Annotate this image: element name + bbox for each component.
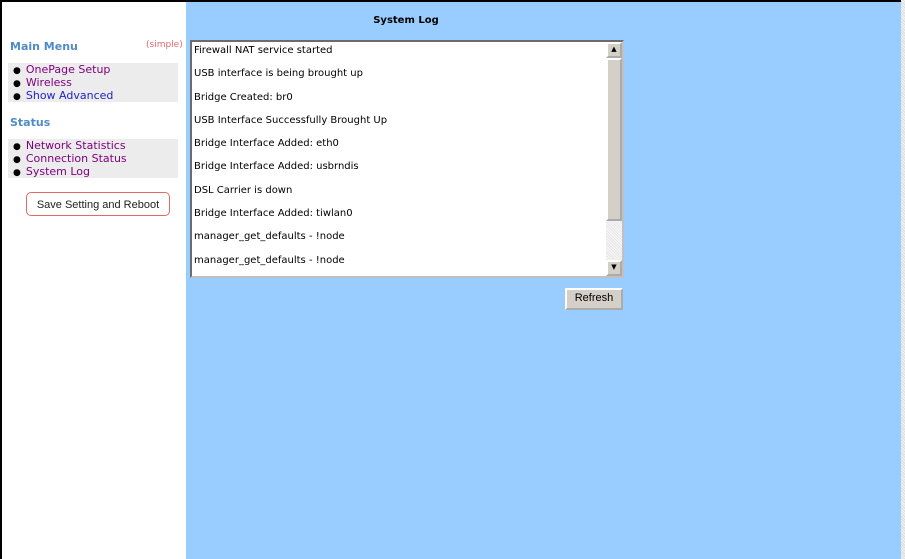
- log-lines: Firewall NAT service started USB interfa…: [194, 44, 608, 276]
- main-menu-heading: Main Menu: [10, 40, 78, 53]
- sidebar: Main Menu (simple) ● OnePage Setup ● Wirel…: [2, 2, 186, 559]
- menu-item-label: Connection Status: [25, 152, 127, 165]
- menu-item-label: Show Advanced: [25, 89, 114, 102]
- page-title: System Log: [373, 15, 439, 26]
- save-and-reboot-button[interactable]: Save Setting and Reboot: [26, 192, 170, 216]
- refresh-button[interactable]: Refresh: [565, 288, 623, 310]
- log-scrollbar[interactable]: ▲ ▼: [606, 42, 622, 276]
- log-line: manager_get_defaults - !node: [194, 254, 345, 266]
- bullet-icon: ●: [13, 168, 21, 178]
- menu-item-system-log[interactable]: ● System Log: [8, 166, 178, 179]
- main-content: System Log Firewall NAT service started …: [186, 2, 901, 559]
- log-line: USB Interface Successfully Brought Up: [194, 114, 388, 126]
- scrollbar-thumb[interactable]: [606, 58, 622, 221]
- menu-item-show-advanced[interactable]: ● Show Advanced: [8, 90, 178, 103]
- up-arrow-icon[interactable]: ▲: [606, 42, 622, 58]
- main-menu-list: ● OnePage Setup ● Wireless ● Show Advanced: [8, 63, 178, 102]
- log-line: Bridge Interface Added: tiwlan0: [194, 208, 353, 220]
- status-heading: Status: [10, 116, 51, 129]
- log-line: DSL Carrier is down: [194, 184, 293, 196]
- menu-item-label: Wireless: [25, 76, 72, 89]
- down-arrow-icon[interactable]: ▼: [606, 260, 622, 276]
- bullet-icon: ●: [13, 92, 21, 102]
- log-line: Bridge Interface Added: eth0: [194, 138, 339, 150]
- log-line: Bridge Interface Added: usbrndis: [194, 161, 359, 173]
- log-line: Firewall NAT service started: [194, 45, 333, 56]
- log-line: USB interface is being brought up: [194, 68, 363, 80]
- menu-item-label: OnePage Setup: [25, 63, 111, 76]
- menu-item-label: Network Statistics: [25, 139, 126, 152]
- bullet-icon: ●: [13, 155, 21, 165]
- bullet-icon: ●: [13, 79, 21, 89]
- log-line: manager_get_defaults - !node: [194, 231, 345, 243]
- simple-mode-link[interactable]: (simple): [146, 40, 183, 50]
- menu-item-label: System Log: [25, 165, 91, 178]
- system-log-textarea[interactable]: Firewall NAT service started USB interfa…: [190, 40, 624, 278]
- status-menu-list: ● Network Statistics ● Connection Status ●…: [8, 139, 178, 178]
- log-line: Bridge Created: br0: [194, 91, 293, 103]
- bullet-icon: ●: [13, 142, 21, 152]
- window-scrollbar[interactable]: [901, 0, 905, 559]
- bullet-icon: ●: [13, 66, 21, 76]
